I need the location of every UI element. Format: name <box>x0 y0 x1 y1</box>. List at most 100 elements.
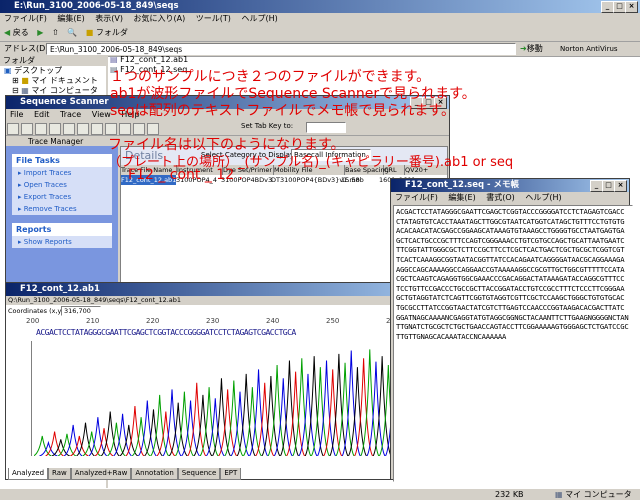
y-axis <box>8 341 32 456</box>
menu-file[interactable]: ファイル(F) <box>395 193 438 202</box>
tab-sequence[interactable]: Sequence <box>177 468 221 480</box>
file-item[interactable]: ▤ F12_cont_12.ab1 <box>110 55 310 65</box>
reports-header: Reports <box>12 223 112 236</box>
menu-help[interactable]: ヘルプ(H) <box>525 193 561 202</box>
chromatogram-peak <box>187 382 207 456</box>
menu-trace[interactable]: Trace <box>60 110 81 119</box>
notepad-text-area[interactable]: ACGACTCCTATAGGGCGAATTCGAGCTCGGTACCCGGGGA… <box>393 205 633 482</box>
text-line: GCTGTAGGTATCTCAGTTCGGTGTAGGTCGTTCGCTCCAA… <box>396 293 625 303</box>
desktop-icon: ▣ <box>4 66 12 75</box>
explorer-titlebar: E:\Run_3100_2006-05-18_849\seqs _ □ × <box>0 0 640 13</box>
sequence-scanner-window: Sequence Scanner _ □ × File Edit Trace V… <box>5 95 450 285</box>
back-arrow-icon: ◀ <box>4 28 11 37</box>
computer-icon: ▦ <box>555 490 563 499</box>
address-label: アドレス(D) <box>4 44 49 53</box>
forward-button[interactable]: ▶ <box>37 28 43 37</box>
export-icon: ▸ <box>18 193 22 201</box>
search-button[interactable]: 🔍 <box>67 28 77 37</box>
text-line: CTATAGTGTCACCTAAATAGCTTGGCGTAATCATGGTCAT… <box>396 216 625 226</box>
new-icon[interactable] <box>7 123 19 135</box>
menu-favorites[interactable]: お気に入り(A) <box>134 14 186 23</box>
trace-title: F12_cont_12.ab1 <box>20 284 100 294</box>
go-button[interactable]: ➜移動 <box>520 42 543 56</box>
menu-edit[interactable]: 編集(E) <box>448 193 475 202</box>
up-button[interactable]: ⇧ <box>52 28 59 37</box>
paste-icon[interactable] <box>91 123 103 135</box>
menu-file[interactable]: ファイル(F) <box>4 14 47 23</box>
menu-tools[interactable]: ツール(T) <box>196 14 231 23</box>
annotation-line-3: seqは配列のテキストファイルでメモ帳で見られます。 <box>110 103 455 119</box>
copy-icon[interactable] <box>77 123 89 135</box>
close-icon[interactable]: × <box>614 180 627 192</box>
tab-annotation[interactable]: Annotation <box>131 468 178 480</box>
close-icon[interactable]: × <box>625 1 638 13</box>
menu-view[interactable]: View <box>92 110 111 119</box>
explorer-menubar: ファイル(F) 編集(E) 表示(V) お気に入り(A) ツール(T) ヘルプ(… <box>0 13 640 25</box>
status-size: 232 KB <box>495 490 524 499</box>
report-icon: ▸ <box>18 238 22 246</box>
file-tasks-header: File Tasks <box>12 154 112 167</box>
status-location: ▦ マイ コンピュータ <box>555 490 632 499</box>
chromatogram-peak <box>100 411 120 456</box>
menu-file[interactable]: File <box>10 110 23 119</box>
tab-analyzed-raw[interactable]: Analyzed+Raw <box>70 468 132 480</box>
notepad-window: F12_cont_12.seq - メモ帳 _ □ × ファイル(F) 編集(E… <box>390 178 633 482</box>
save-icon[interactable] <box>35 123 47 135</box>
text-line: ACGACTCCTATAGGGCGAATTCGAGCTCGGTACCCGGGGA… <box>396 207 625 216</box>
file-tasks-box: File Tasks ▸ Import Traces ▸ Open Traces… <box>12 154 112 215</box>
computer-icon: ▦ <box>21 86 29 95</box>
trace-tabs: Analyzed Raw Analyzed+Raw Annotation Sequenc… <box>8 468 448 480</box>
coordinates-field[interactable]: 316,700 <box>61 306 101 316</box>
text-line: GCTCACTGCCCGCTTTCCAGTCGGGAAACCTGTCGTGCCA… <box>396 235 625 245</box>
chromatogram-plot[interactable] <box>34 341 446 456</box>
explorer-statusbar: 232 KB ▦ マイ コンピュータ <box>0 488 640 500</box>
menu-edit[interactable]: 編集(E) <box>57 14 84 23</box>
tab-analyzed[interactable]: Analyzed <box>8 468 49 480</box>
ab1-file-icon: ▤ <box>110 55 118 64</box>
open-traces-link[interactable]: ▸ Open Traces <box>12 179 112 191</box>
scanner-title: Sequence Scanner <box>20 97 109 107</box>
tab-raw[interactable]: Raw <box>48 468 71 480</box>
remove-traces-link[interactable]: ▸ Remove Traces <box>12 203 112 215</box>
set-tab-key-label: Set Tab Key to: <box>241 122 294 130</box>
text-line: TCCTGTTCCGACCCTGCCGCTTACCGGATACCTGTCCGCC… <box>396 283 625 293</box>
tree-item-desktop[interactable]: ▣ デスクトップ <box>4 66 106 76</box>
folder-icon: ■ <box>21 76 29 85</box>
tree-item-mydocs[interactable]: ⊞ ■ マイ ドキュメント <box>4 76 106 86</box>
print-icon[interactable] <box>49 123 61 135</box>
cut-icon[interactable] <box>63 123 75 135</box>
text-line: TTCGGTATTGGGCGCTCTTCCGCTTCCTCGCTCACTGACT… <box>396 245 625 255</box>
import-traces-link[interactable]: ▸ Import Traces <box>12 167 112 179</box>
annotation-line-6: F12 _ cont _ 12 . <box>128 167 244 183</box>
open-icon[interactable] <box>21 123 33 135</box>
show-reports-link[interactable]: ▸ Show Reports <box>12 236 112 248</box>
export-traces-link[interactable]: ▸ Export Traces <box>12 191 112 203</box>
explorer-toolbar: ◀ 戻る ▶ ⇧ 🔍 ■ フォルダ <box>0 25 640 42</box>
trace-window: F12_cont_12.ab1 _ □ × Q:\Run_3100_2006-0… <box>5 282 450 480</box>
go-arrow-icon: ➜ <box>520 44 527 53</box>
address-input[interactable]: E:\Run_3100_2006-05-18_849\seqs <box>46 43 516 55</box>
notepad-title: F12_cont_12.seq - メモ帳 <box>405 180 520 190</box>
notepad-titlebar: F12_cont_12.seq - メモ帳 _ □ × <box>391 179 629 192</box>
menu-view[interactable]: 表示(V) <box>95 14 123 23</box>
trace-titlebar: F12_cont_12.ab1 _ □ × <box>6 283 449 296</box>
set-tab-key-select[interactable] <box>306 122 346 133</box>
menu-help[interactable]: ヘルプ(H) <box>241 14 277 23</box>
chromatogram-peak <box>249 369 268 456</box>
norton-button[interactable]: Norton AntiVirus <box>560 42 618 56</box>
text-line: TTGTTGNAGCACAAATACCNCAAAAAA <box>396 331 507 341</box>
menu-format[interactable]: 書式(O) <box>486 193 515 202</box>
notepad-menubar: ファイル(F) 編集(E) 書式(O) ヘルプ(H) <box>391 192 629 204</box>
folder-icon: ■ <box>85 28 94 37</box>
tab-ept[interactable]: EPT <box>220 468 242 480</box>
menu-edit[interactable]: Edit <box>34 110 50 119</box>
ruler-tick: 250 <box>326 317 340 325</box>
ruler-tick: 220 <box>146 317 160 325</box>
folder-pane-header: フォルダ <box>0 55 106 66</box>
text-line: TTGNATCTGCGCTCTGCTGAACCAGTACCTTCGGAAAAAG… <box>396 322 629 332</box>
text-line: CGCTCAAGTCAGAGGTGGCGAAACCCGACAGGACTATAAA… <box>396 274 625 284</box>
ruler-tick: 240 <box>266 317 280 325</box>
folders-button[interactable]: ■ フォルダ <box>86 28 128 37</box>
back-button[interactable]: ◀ 戻る <box>4 28 29 37</box>
text-line: ACACAACATACGAGCCGGAAGCATAAAGTGTAAAGCCTGG… <box>396 226 625 236</box>
